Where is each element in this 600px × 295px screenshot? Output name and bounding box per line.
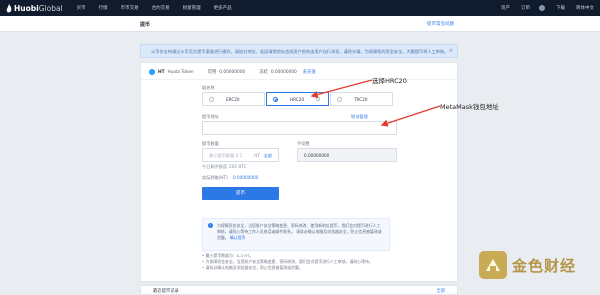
watermark-text: 金色财经 xyxy=(512,256,577,275)
chain-option-label: ERC20 xyxy=(226,97,240,102)
withdraw-notes: • 最小提币数量为：0.2 HT。 • 为保障资金安全，当您账户安全策略变更、密… xyxy=(202,253,373,272)
brand-name-suffix: Global xyxy=(38,3,63,13)
recharge-link[interactable]: 去充值 xyxy=(303,69,316,75)
nav-menu: 买币 行情 币币交易 合约交易 财富管理 更多产品 xyxy=(77,5,245,11)
radio-checked-icon xyxy=(273,97,278,102)
nav-item-buy[interactable]: 买币 xyxy=(77,5,86,11)
chain-option-hrc20[interactable]: HRC20 xyxy=(266,92,329,106)
received-label: 实际到账(HT) xyxy=(202,175,228,180)
close-icon[interactable]: × xyxy=(449,48,453,54)
quota-label: 今日剩余额度 xyxy=(202,164,228,169)
chain-selector: ERC20 HRC20 TRC20 xyxy=(202,92,394,106)
chain-option-label: HRC20 xyxy=(290,97,305,102)
page-header: 提币 提币常见问题 xyxy=(0,16,600,32)
info-icon: i xyxy=(208,223,213,228)
nav-language[interactable]: 简体中文 xyxy=(576,5,594,11)
amount-unit: HT xyxy=(254,153,260,158)
help-link[interactable]: 提币常见问题 xyxy=(427,21,454,27)
nav-item-more[interactable]: 更多产品 xyxy=(214,5,232,11)
nav-download[interactable]: 下载 xyxy=(556,5,565,11)
security-tip: i 为保障资金安全，当您账户安全策略变更、密码修改、使用新地址提币，我们会对提币… xyxy=(202,218,390,251)
tip-highlight: 确认提币 xyxy=(229,235,246,240)
submit-withdraw-button[interactable]: 提币 xyxy=(202,187,279,200)
notice-text: 火币仅支持通过火币官方提币渠道进行操作，请核对地址，若因填错地址造成资产损失由用… xyxy=(151,49,449,54)
avatar[interactable] xyxy=(539,5,545,11)
coin-symbol: HT xyxy=(158,69,165,75)
chain-option-trc20[interactable]: TRC20 xyxy=(330,92,393,106)
history-title: 最近提币记录 xyxy=(153,289,179,294)
amount-input[interactable]: 最小提币数量 0.2 HT 全部 xyxy=(202,148,279,162)
address-manage-link[interactable]: 地址管理 xyxy=(351,114,368,120)
chain-label: 链名称 xyxy=(202,85,215,90)
nav-orders[interactable]: 订单 xyxy=(521,5,530,11)
amount-label: 提币数量 xyxy=(202,141,219,146)
page-title: 提币 xyxy=(140,22,151,28)
radio-icon xyxy=(337,97,342,102)
history-all-link[interactable]: 全部 xyxy=(436,288,445,294)
coin-selector[interactable]: HT Huobi Token 可用 0.00000000 冻结 0.000000… xyxy=(149,67,316,77)
received-value: 0.00000000 xyxy=(233,175,259,180)
frozen-label: 冻结 xyxy=(259,70,268,75)
fee-value: 0.00000000 xyxy=(304,153,330,158)
nav-item-markets[interactable]: 行情 xyxy=(99,5,108,11)
nav-item-spot[interactable]: 币币交易 xyxy=(121,5,139,11)
fee-field: 0.00000000 xyxy=(297,148,397,162)
amount-all-button[interactable]: 全部 xyxy=(264,153,272,159)
nav-item-wealth[interactable]: 财富管理 xyxy=(183,5,201,11)
available-value: 0.00000000 xyxy=(219,69,246,75)
amount-placeholder: 最小提币数量 0.2 xyxy=(209,153,243,158)
brand-name: Huobi xyxy=(14,3,39,13)
coin-name: Huobi Token xyxy=(167,69,194,75)
address-input[interactable] xyxy=(202,121,397,135)
annotation-chain: 选择HRC20 xyxy=(372,77,407,85)
coin-icon xyxy=(149,69,155,75)
fee-label: 手续费 xyxy=(297,141,310,146)
note-item: • 请务必确认电脑及浏览器安全，防止信息被篡改或泄露。 xyxy=(202,265,303,271)
frozen-value: 0.00000000 xyxy=(270,69,297,75)
withdraw-history-card: 最近提币记录 全部 xyxy=(140,285,458,295)
nav-right: 资产 订单 下载 简体中文 xyxy=(490,0,594,16)
radio-icon xyxy=(209,97,214,102)
flame-icon xyxy=(6,3,12,12)
help-icon[interactable] xyxy=(316,97,320,101)
available-label: 可用 xyxy=(207,70,217,75)
divider xyxy=(141,79,457,80)
chain-option-erc20[interactable]: ERC20 xyxy=(202,92,265,106)
address-label: 提币地址 xyxy=(202,114,219,119)
watermark-logo-icon xyxy=(479,251,507,279)
nav-assets[interactable]: 资产 xyxy=(501,5,510,11)
quota-value: 200 BTC xyxy=(229,164,247,169)
brand-logo[interactable]: Huobi Global xyxy=(6,3,63,13)
top-nav: Huobi Global 买币 行情 币币交易 合约交易 财富管理 更多产品 资产… xyxy=(0,0,600,16)
nav-item-futures[interactable]: 合约交易 xyxy=(152,5,170,11)
withdraw-card: HT Huobi Token 可用 0.00000000 冻结 0.000000… xyxy=(140,62,458,282)
notice-banner: 火币仅支持通过火币官方提币渠道进行操作，请核对地址，若因填错地址造成资产损失由用… xyxy=(140,44,458,58)
chain-option-label: TRC20 xyxy=(354,97,368,102)
annotation-address: MetaMask钱包地址 xyxy=(440,103,499,111)
watermark: 金色财经 xyxy=(478,250,576,280)
